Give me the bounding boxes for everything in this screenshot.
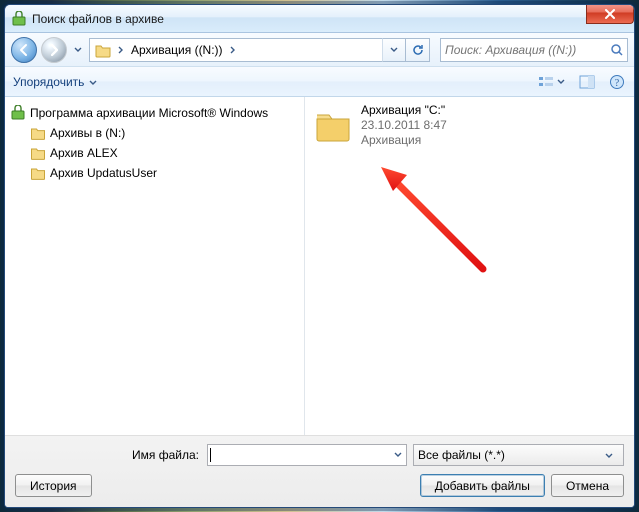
body: Программа архивации Microsoft® Windows А…: [5, 97, 634, 435]
archive-app-icon: [9, 104, 27, 122]
history-label: История: [30, 479, 77, 493]
forward-button[interactable]: [41, 37, 67, 63]
item-meta: Архивация "C:" 23.10.2011 8:47 Архивация: [361, 103, 447, 148]
filename-input-wrap[interactable]: [207, 444, 407, 466]
organize-label: Упорядочить: [13, 75, 84, 89]
svg-text:?: ?: [615, 78, 620, 89]
filename-input[interactable]: [211, 448, 390, 462]
tree-item-label: Архив ALEX: [50, 146, 118, 160]
window-buttons: [586, 4, 634, 24]
chevron-down-icon: [89, 75, 97, 89]
back-button[interactable]: [11, 37, 37, 63]
history-button[interactable]: История: [15, 474, 92, 497]
dialog-window: Поиск файлов в архиве Архивация ((N:)): [4, 4, 635, 508]
app-icon: [11, 11, 27, 27]
tree-root[interactable]: Программа архивации Microsoft® Windows: [5, 103, 304, 123]
footer-row: История Добавить файлы Отмена: [15, 474, 624, 497]
add-files-button[interactable]: Добавить файлы: [420, 474, 545, 497]
search-box[interactable]: [440, 38, 628, 62]
title-bar: Поиск файлов в архиве: [5, 5, 634, 33]
address-bar-wrap: Архивация ((N:)): [89, 38, 430, 62]
address-bar[interactable]: Архивация ((N:)): [89, 38, 382, 62]
folder-icon: [29, 144, 47, 162]
tree-pane: Программа архивации Microsoft® Windows А…: [5, 97, 305, 435]
view-options-button[interactable]: [532, 71, 570, 93]
filename-row: Имя файла: Все файлы (*.*): [15, 444, 624, 466]
filename-label: Имя файла:: [15, 448, 201, 462]
refresh-button[interactable]: [406, 38, 430, 62]
item-type: Архивация: [361, 133, 447, 148]
chevron-down-icon[interactable]: [390, 452, 406, 458]
address-dropdown-button[interactable]: [382, 38, 406, 62]
close-button[interactable]: [586, 4, 634, 24]
tree-item-label: Архив UpdatusUser: [50, 166, 157, 180]
item-date: 23.10.2011 8:47: [361, 118, 447, 133]
chevron-right-icon[interactable]: [114, 39, 127, 61]
toolbar: Упорядочить ?: [5, 67, 634, 97]
nav-history-dropdown[interactable]: [71, 37, 85, 63]
annotation-arrow: [373, 159, 493, 279]
tree-root-label: Программа архивации Microsoft® Windows: [30, 106, 268, 120]
chevron-right-icon[interactable]: [227, 39, 240, 61]
search-input[interactable]: [441, 43, 606, 57]
window-title: Поиск файлов в архиве: [32, 12, 632, 26]
bottom-panel: Имя файла: Все файлы (*.*) История Добав…: [5, 435, 634, 507]
folder-icon: [311, 103, 355, 147]
preview-pane-button[interactable]: [574, 71, 600, 93]
chevron-down-icon: [605, 448, 619, 462]
content-pane[interactable]: Архивация "C:" 23.10.2011 8:47 Архивация: [305, 97, 634, 435]
filetype-label: Все файлы (*.*): [418, 448, 505, 462]
tree-item[interactable]: Архив UpdatusUser: [5, 163, 304, 183]
organize-menu[interactable]: Упорядочить: [13, 75, 97, 89]
help-button[interactable]: ?: [604, 71, 630, 93]
tree-item[interactable]: Архивы в (N:): [5, 123, 304, 143]
toolbar-right: ?: [532, 71, 630, 93]
folder-icon: [29, 164, 47, 182]
tree-item-label: Архивы в (N:): [50, 126, 125, 140]
filetype-combo[interactable]: Все файлы (*.*): [413, 444, 624, 466]
cancel-label: Отмена: [566, 479, 609, 493]
search-icon: [606, 43, 627, 57]
cancel-button[interactable]: Отмена: [551, 474, 624, 497]
list-item[interactable]: Архивация "C:" 23.10.2011 8:47 Архивация: [311, 103, 628, 148]
breadcrumb-segment[interactable]: Архивация ((N:)): [127, 39, 227, 61]
tree-item[interactable]: Архив ALEX: [5, 143, 304, 163]
folder-icon: [94, 41, 112, 59]
add-files-label: Добавить файлы: [435, 479, 530, 493]
navigation-bar: Архивация ((N:)): [5, 33, 634, 67]
folder-icon: [29, 124, 47, 142]
item-name: Архивация "C:": [361, 103, 447, 118]
